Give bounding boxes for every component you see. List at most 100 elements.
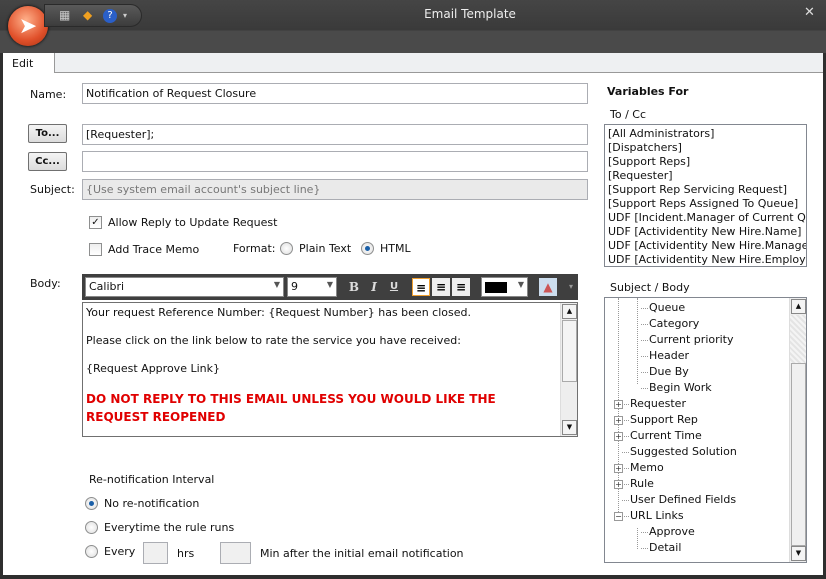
tree-node[interactable]: URL Links [630, 509, 684, 522]
renotify-none-radio[interactable] [85, 497, 98, 510]
tree-line [641, 308, 648, 309]
expand-icon[interactable]: + [614, 464, 623, 473]
body-line: {Request Approve Link} [86, 362, 220, 375]
trace-memo-checkbox[interactable] [89, 243, 102, 256]
variable-item[interactable]: [Support Reps Assigned To Queue] [605, 197, 806, 211]
tree-line [622, 516, 629, 517]
variable-item[interactable]: [Requester] [605, 169, 806, 183]
window-title: Email Template [424, 7, 516, 21]
expand-icon[interactable]: + [614, 416, 623, 425]
scroll-track[interactable] [790, 315, 806, 363]
allow-reply-checkbox[interactable]: ✓ [89, 216, 102, 229]
body-line: Please click on the link below to rate t… [86, 334, 461, 347]
to-input[interactable]: [Requester]; [82, 124, 588, 145]
size-select[interactable]: 9 ▼ [287, 277, 337, 297]
trace-memo-label: Add Trace Memo [108, 243, 200, 256]
body-warning: DO NOT REPLY TO THIS EMAIL UNLESS YOU WO… [86, 392, 496, 424]
italic-button[interactable]: I [365, 278, 383, 296]
tree-line [622, 420, 629, 421]
tree-node[interactable]: Due By [649, 365, 689, 378]
variable-item[interactable]: [Dispatchers] [605, 141, 806, 155]
tree-line [622, 436, 629, 437]
min-label: Min after the initial email notification [260, 547, 464, 560]
tree-line [641, 372, 648, 373]
name-label: Name: [30, 88, 67, 101]
close-icon[interactable]: ✕ [804, 5, 815, 20]
min-input[interactable] [220, 542, 251, 564]
editor-scrollbar[interactable]: ▲ ▼ [560, 303, 577, 436]
to-cc-variables-list[interactable]: [All Administrators] [Dispatchers] [Suppor… [604, 124, 807, 267]
tree-node[interactable]: Rule [630, 477, 654, 490]
tree-scrollbar[interactable]: ▲ ▼ [789, 298, 806, 562]
tree-node[interactable]: Requester [630, 397, 686, 410]
subject-input[interactable]: {Use system email account's subject line… [82, 179, 588, 200]
tree-node[interactable]: User Defined Fields [630, 493, 736, 506]
scroll-down-icon[interactable]: ▼ [562, 420, 577, 435]
tree-line [641, 324, 648, 325]
format-html-radio[interactable] [361, 242, 374, 255]
variable-item[interactable]: [All Administrators] [605, 127, 806, 141]
toolbar-overflow-icon[interactable]: ▾ [562, 278, 580, 296]
name-input[interactable]: Notification of Request Closure [82, 83, 588, 104]
tree-line [622, 404, 629, 405]
chevron-down-icon: ▼ [273, 280, 280, 289]
cc-input[interactable] [82, 151, 588, 172]
scroll-up-icon[interactable]: ▲ [791, 299, 806, 314]
tree-line [622, 452, 629, 453]
subject-body-variables-tree[interactable]: ▲ ▼ Queue Category Current priority Header D… [604, 297, 807, 563]
renotify-every-rule-radio[interactable] [85, 521, 98, 534]
expand-icon[interactable]: + [614, 480, 623, 489]
body-editor[interactable]: Your request Reference Number: {Request … [82, 302, 578, 437]
format-label: Format: [233, 242, 276, 255]
tree-node[interactable]: Category [649, 317, 699, 330]
align-right-icon[interactable]: ≡ [452, 278, 470, 296]
tree-node[interactable]: Queue [649, 301, 685, 314]
bold-button[interactable]: B [345, 278, 363, 296]
scroll-thumb[interactable] [791, 363, 806, 546]
variable-item[interactable]: [Support Reps] [605, 155, 806, 169]
variable-item[interactable]: UDF [Actividentity New Hire.Employee] [605, 253, 806, 266]
variables-title: Variables For [607, 85, 689, 98]
format-plain-radio[interactable] [280, 242, 293, 255]
tree-node[interactable]: Current priority [649, 333, 734, 346]
expand-icon[interactable]: + [614, 400, 623, 409]
tree-line [622, 484, 629, 485]
tree-line [622, 468, 629, 469]
variable-item[interactable]: UDF [Actividentity New Hire.Name] [605, 225, 806, 239]
renotify-every-label: Every [104, 545, 136, 558]
variable-item[interactable]: UDF [Incident.Manager of Current Queue] [605, 211, 806, 225]
align-left-icon[interactable]: ≡ [412, 278, 430, 296]
tree-node[interactable]: Approve [649, 525, 695, 538]
expand-icon[interactable]: + [614, 432, 623, 441]
tree-line [637, 298, 638, 384]
to-button[interactable]: To... [28, 124, 67, 143]
text-color-picker[interactable]: ▼ [481, 277, 528, 297]
variable-item[interactable]: UDF [Actividentity New Hire.Manager] [605, 239, 806, 253]
collapse-icon[interactable]: − [614, 512, 623, 521]
scroll-up-icon[interactable]: ▲ [562, 304, 577, 319]
tree-node[interactable]: Detail [649, 541, 681, 554]
scroll-thumb[interactable] [562, 320, 577, 382]
renotify-every-radio[interactable] [85, 545, 98, 558]
tree-node[interactable]: Header [649, 349, 689, 362]
tab-edit[interactable]: Edit [3, 53, 55, 74]
align-center-icon[interactable]: ≡ [432, 278, 450, 296]
tree-node[interactable]: Current Time [630, 429, 702, 442]
tree-node[interactable]: Memo [630, 461, 664, 474]
tree-node[interactable]: Support Rep [630, 413, 698, 426]
tree-line [622, 500, 629, 501]
chevron-down-icon: ▼ [326, 280, 333, 289]
cc-button[interactable]: Cc... [28, 152, 67, 171]
scroll-down-icon[interactable]: ▼ [791, 546, 806, 561]
hrs-input[interactable] [143, 542, 168, 564]
underline-button[interactable]: U [385, 278, 403, 296]
font-select[interactable]: Calibri ▼ [85, 277, 284, 297]
insert-image-icon[interactable]: ▲ [539, 278, 557, 296]
renotify-none-label: No re-notification [104, 497, 200, 510]
subject-label: Subject: [30, 183, 75, 196]
variable-item[interactable]: [Support Rep Servicing Request] [605, 183, 806, 197]
allow-reply-label: Allow Reply to Update Request [108, 216, 278, 229]
tree-node[interactable]: Begin Work [649, 381, 712, 394]
tree-line [641, 548, 648, 549]
tree-node[interactable]: Suggested Solution [630, 445, 737, 458]
